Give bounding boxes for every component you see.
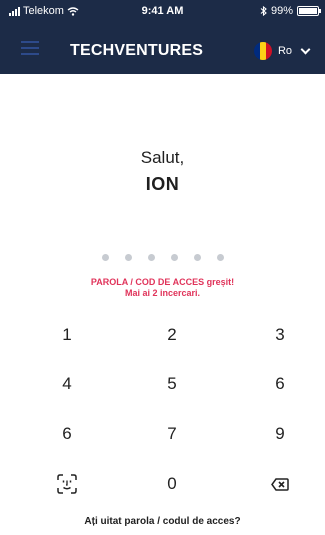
- language-label: Ro: [277, 45, 292, 57]
- status-bar: Telekom 9:41 AM 99%: [0, 0, 325, 22]
- battery-fill: [299, 8, 317, 14]
- key-5[interactable]: 5: [142, 364, 202, 404]
- brand-title: TECHVENTURES: [70, 42, 204, 59]
- backspace-icon: [271, 477, 289, 491]
- forgot-password-link[interactable]: Ați uitat parola / codul de acces?: [0, 516, 325, 527]
- status-right: 99%: [260, 5, 321, 17]
- battery-percent: 99%: [270, 5, 293, 17]
- backspace-button[interactable]: [250, 464, 310, 504]
- pin-dot: [216, 254, 224, 261]
- error-line-2: Mai ai 2 incercari.: [124, 288, 201, 298]
- pin-dot: [170, 254, 178, 261]
- key-6[interactable]: 6: [250, 364, 310, 404]
- flag-icon: [253, 42, 272, 60]
- pin-dot: [101, 254, 109, 261]
- face-id-icon: [57, 474, 77, 494]
- pin-dot: [193, 254, 201, 261]
- bluetooth-icon: [260, 6, 267, 16]
- app-header: Telekom 9:41 AM 99% TECHVENTURES Ro: [0, 0, 325, 74]
- greeting-text: Salut,: [140, 148, 185, 167]
- key-3[interactable]: 3: [250, 315, 310, 355]
- pin-dot: [124, 254, 132, 261]
- battery-icon: [297, 6, 321, 16]
- pin-dot: [147, 254, 155, 261]
- key-1[interactable]: 1: [37, 315, 97, 355]
- key-8[interactable]: 7: [142, 414, 202, 454]
- user-name: ION: [145, 174, 180, 194]
- key-0[interactable]: 0: [142, 464, 202, 504]
- key-9[interactable]: 9: [250, 414, 310, 454]
- error-message: PAROLA / COD DE ACCES greșit! Mai ai 2 i…: [0, 277, 325, 299]
- pin-indicator: [0, 254, 325, 261]
- error-line-1: PAROLA / COD DE ACCES greșit!: [90, 277, 235, 287]
- face-id-button[interactable]: [37, 464, 97, 504]
- chevron-down-icon: [300, 44, 311, 54]
- language-selector[interactable]: Ro: [253, 42, 311, 60]
- nav-bar: TECHVENTURES Ro: [0, 32, 325, 68]
- key-2[interactable]: 2: [142, 315, 202, 355]
- hamburger-icon[interactable]: [21, 41, 39, 55]
- key-7[interactable]: 6: [37, 414, 97, 454]
- key-4[interactable]: 4: [37, 364, 97, 404]
